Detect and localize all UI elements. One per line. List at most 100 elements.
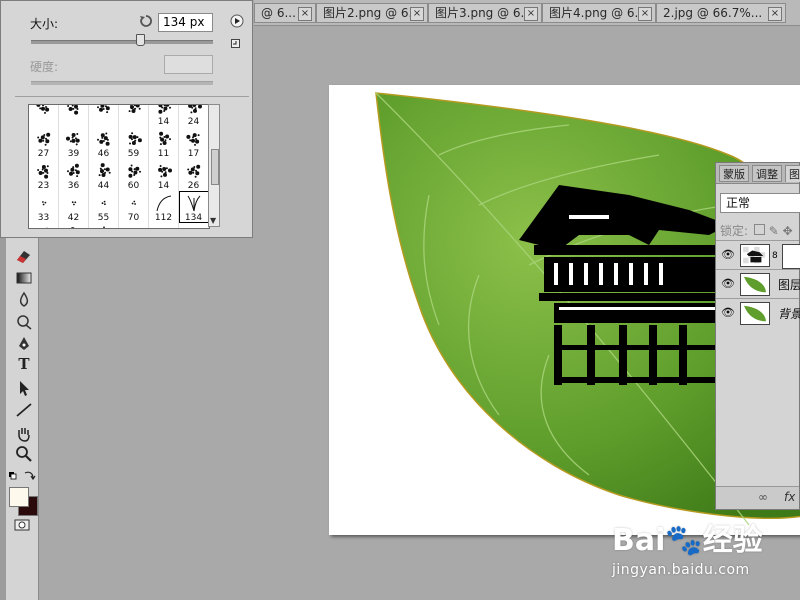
quick-mask-icon[interactable] <box>14 519 30 531</box>
layer-row[interactable]: 👁 背景 <box>716 298 800 328</box>
brush-tip-icon <box>124 226 144 229</box>
brush-preset-cell[interactable]: 23 <box>29 159 59 191</box>
zoom-tool-icon[interactable] <box>14 445 34 463</box>
brush-preset-grid: 14 24 27 39 46 59 11 17 23 36 44 60 14 26 33 42 55 70 112 1… <box>28 104 210 229</box>
size-slider-track[interactable] <box>31 40 213 44</box>
brush-preset-cell[interactable]: 134 <box>179 191 209 223</box>
preset-scrollbar[interactable]: ▼ <box>208 104 220 227</box>
lock-move-icon[interactable]: ✥ <box>783 224 793 238</box>
brush-tip-icon <box>98 163 111 177</box>
scroll-down-icon[interactable]: ▼ <box>210 216 216 225</box>
brush-size-label: 26 <box>187 181 200 191</box>
document-tab[interactable]: @ 6... × <box>254 3 316 23</box>
brush-preset-cell[interactable] <box>59 105 89 127</box>
mask-link-icon[interactable]: 8 <box>772 251 778 261</box>
brush-preset-cell[interactable]: 59 <box>119 127 149 159</box>
tab-adjustments[interactable]: 调整 <box>752 165 782 182</box>
brush-preset-cell[interactable]: 17 <box>179 127 209 159</box>
brush-preset-cell[interactable]: 36 <box>59 159 89 191</box>
document-tab[interactable]: 2.jpg @ 66.7%... × <box>656 3 786 23</box>
close-icon[interactable]: × <box>410 7 424 21</box>
close-icon[interactable]: × <box>298 7 312 21</box>
brush-tip-icon <box>97 132 110 146</box>
lock-label: 锁定: <box>720 224 749 238</box>
eye-icon[interactable]: 👁 <box>721 307 735 319</box>
brush-preset-cell[interactable]: 46 <box>89 127 119 159</box>
eye-icon[interactable]: 👁 <box>721 278 735 290</box>
brush-preset-cell[interactable]: 55 <box>89 191 119 223</box>
blend-mode-select[interactable]: 正常 <box>720 193 800 213</box>
brush-preset-cell[interactable]: 14 <box>149 105 179 127</box>
path-selection-tool-icon[interactable] <box>14 379 34 397</box>
eraser-tool-icon[interactable] <box>14 247 34 265</box>
brush-preset-cell[interactable] <box>149 223 179 228</box>
brush-preset-cell[interactable] <box>89 223 119 228</box>
resize-grip-icon[interactable] <box>231 39 240 48</box>
link-icon[interactable]: ∞ <box>758 490 768 504</box>
brush-preset-cell[interactable]: 44 <box>89 159 119 191</box>
document-tab[interactable]: 图片2.png @ 6... × <box>316 3 428 23</box>
layer-name[interactable]: 背景 <box>778 305 800 322</box>
brush-preset-cell[interactable]: 42 <box>59 191 89 223</box>
brush-size-label: 33 <box>37 213 50 223</box>
eye-icon[interactable]: 👁 <box>721 249 735 261</box>
reset-size-icon[interactable] <box>139 14 153 28</box>
pen-tool-icon[interactable] <box>14 335 34 353</box>
brush-preset-cell[interactable] <box>119 223 149 229</box>
brush-preset-cell[interactable]: 24 <box>179 105 209 127</box>
lock-row: 锁定: ✎ ✥ <box>720 222 793 239</box>
lock-transparency-icon[interactable] <box>753 224 765 235</box>
tab-title: @ 6... <box>261 6 296 20</box>
type-tool-icon[interactable]: T <box>14 355 34 373</box>
tab-layers[interactable]: 图 <box>785 165 800 182</box>
brush-preset-cell[interactable]: 27 <box>29 127 59 159</box>
brush-preset-cell[interactable] <box>29 223 59 228</box>
layer-row[interactable]: 👁 8 <box>716 240 800 270</box>
brush-preset-cell[interactable]: 39 <box>59 127 89 159</box>
scrollbar-thumb[interactable] <box>211 149 219 185</box>
brush-preset-cell[interactable] <box>59 223 89 228</box>
document-tab[interactable]: 图片4.png @ 6... × <box>542 3 656 23</box>
blur-tool-icon[interactable] <box>14 291 34 309</box>
brush-preset-cell[interactable]: 14 <box>149 159 179 191</box>
brush-preset-cell[interactable]: 70 <box>119 191 149 223</box>
size-slider-thumb[interactable] <box>136 34 146 46</box>
close-icon[interactable]: × <box>524 7 538 21</box>
panel-menu-icon[interactable] <box>230 14 244 28</box>
dodge-tool-icon[interactable] <box>14 313 34 331</box>
tab-title: 图片3.png @ 6... <box>435 6 532 20</box>
size-input[interactable]: 134 px <box>158 13 213 32</box>
gradient-tool-icon[interactable] <box>14 269 34 287</box>
line-tool-icon[interactable] <box>14 401 34 419</box>
brush-size-label: 70 <box>127 213 140 223</box>
brush-size-label: 11 <box>157 149 170 159</box>
hardness-input <box>164 55 213 74</box>
layer-mask-thumbnail[interactable] <box>782 244 800 269</box>
layer-name[interactable]: 图层 <box>778 276 800 293</box>
brush-size-label: 23 <box>37 181 50 191</box>
brush-size-label: 24 <box>187 117 200 127</box>
brush-preset-cell[interactable]: 33 <box>29 191 59 223</box>
close-icon[interactable]: × <box>768 7 782 21</box>
brush-preset-cell[interactable] <box>29 105 59 127</box>
tab-masks[interactable]: 蒙版 <box>719 165 749 182</box>
brush-preset-cell[interactable]: 11 <box>149 127 179 159</box>
brush-size-label: 39 <box>67 149 80 159</box>
brush-preset-cell[interactable]: 112 <box>149 191 179 223</box>
close-icon[interactable]: × <box>638 7 652 21</box>
brush-size-label: 36 <box>67 181 80 191</box>
size-label: 大小: <box>30 17 59 31</box>
fx-icon[interactable]: fx <box>784 490 795 504</box>
hand-tool-icon[interactable] <box>14 425 34 443</box>
document-tab[interactable]: 图片3.png @ 6... × <box>428 3 542 23</box>
foreground-color-swatch[interactable] <box>9 487 29 507</box>
brush-preset-cell[interactable] <box>119 105 149 127</box>
brush-preset-cell[interactable]: 26 <box>179 159 209 191</box>
layer-row[interactable]: 👁 图层 <box>716 269 800 299</box>
lock-paint-icon[interactable]: ✎ <box>769 224 779 238</box>
default-colors-icon[interactable] <box>9 469 37 483</box>
brush-preset-cell[interactable] <box>89 105 119 127</box>
brush-preset-cell[interactable] <box>179 223 209 228</box>
brush-preset-cell[interactable]: 60 <box>119 159 149 191</box>
brush-tip-icon <box>128 164 141 178</box>
